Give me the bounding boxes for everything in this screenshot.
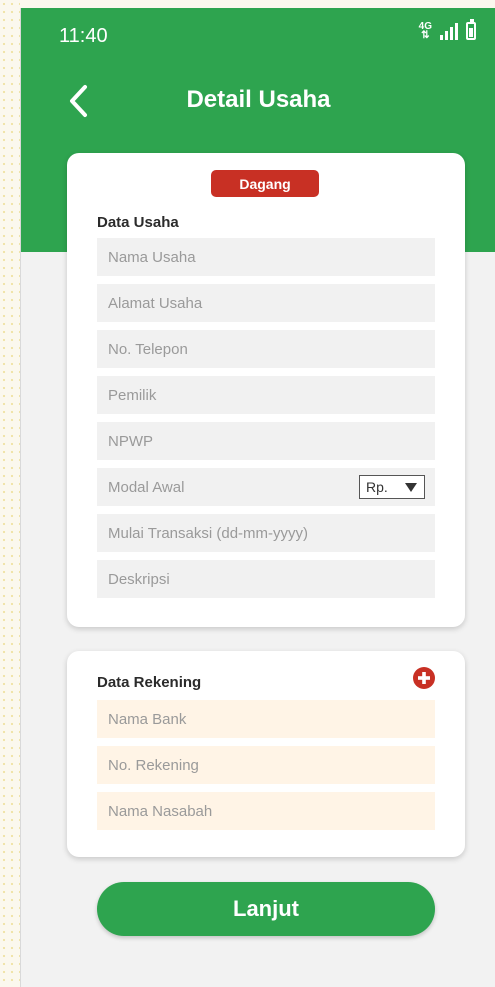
status-icons: 4G ⇅ xyxy=(418,19,476,41)
business-name-input[interactable]: Nama Usaha xyxy=(97,238,435,276)
currency-select-value: Rp. xyxy=(366,479,388,495)
business-section-title: Data Usaha xyxy=(97,214,179,231)
plus-circle-icon[interactable] xyxy=(413,667,435,689)
description-input[interactable]: Deskripsi xyxy=(97,560,435,598)
account-section-title: Data Rekening xyxy=(97,674,202,691)
account-number-input[interactable]: No. Rekening xyxy=(97,746,435,784)
owner-input[interactable]: Pemilik xyxy=(97,376,435,414)
currency-select[interactable]: Rp. xyxy=(359,475,425,499)
bank-name-input[interactable]: Nama Bank xyxy=(97,700,435,738)
business-data-card: Dagang Data Usaha Nama Usaha Alamat Usah… xyxy=(67,153,465,627)
signal-icon xyxy=(440,23,458,40)
account-holder-input[interactable]: Nama Nasabah xyxy=(97,792,435,830)
battery-icon xyxy=(466,19,476,40)
network-indicator: 4G ⇅ xyxy=(418,21,432,41)
business-address-input[interactable]: Alamat Usaha xyxy=(97,284,435,322)
triangle-down-icon xyxy=(405,482,417,492)
npwp-input[interactable]: NPWP xyxy=(97,422,435,460)
transaction-start-date-input[interactable]: Mulai Transaksi (dd-mm-yyyy) xyxy=(97,514,435,552)
phone-number-input[interactable]: No. Telepon xyxy=(97,330,435,368)
account-data-card: Data Rekening Nama Bank No. Rekening Nam… xyxy=(67,651,465,857)
phone-screen: 11:40 4G ⇅ Detail Usaha Dagang Data Usah… xyxy=(20,8,495,987)
initial-capital-placeholder: Modal Awal xyxy=(108,478,185,496)
category-badge: Dagang xyxy=(211,170,319,197)
status-time: 11:40 xyxy=(59,25,108,47)
next-button[interactable]: Lanjut xyxy=(97,882,435,936)
page-title: Detail Usaha xyxy=(186,86,331,113)
background-dots xyxy=(0,0,20,987)
initial-capital-input[interactable]: Modal Awal Rp. xyxy=(97,468,435,506)
